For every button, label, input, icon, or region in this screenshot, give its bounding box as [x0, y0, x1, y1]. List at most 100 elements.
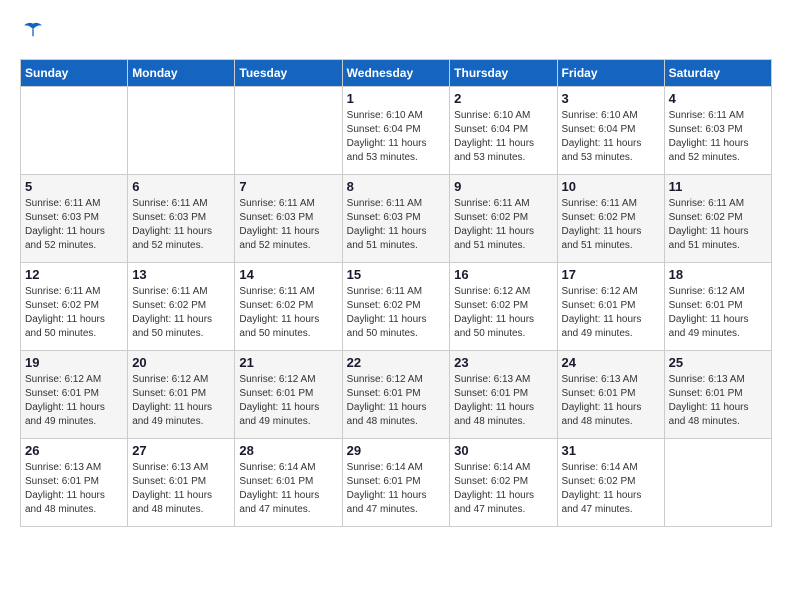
day-info: Sunrise: 6:13 AM Sunset: 6:01 PM Dayligh… [669, 373, 767, 429]
calendar-cell: 7Sunrise: 6:11 AM Sunset: 6:03 PM Daylig… [235, 175, 342, 263]
day-info: Sunrise: 6:14 AM Sunset: 6:01 PM Dayligh… [239, 461, 337, 517]
day-info: Sunrise: 6:11 AM Sunset: 6:03 PM Dayligh… [669, 109, 767, 165]
day-info: Sunrise: 6:12 AM Sunset: 6:02 PM Dayligh… [454, 285, 552, 341]
day-number: 27 [132, 443, 230, 458]
day-number: 23 [454, 355, 552, 370]
page-header [20, 20, 772, 43]
day-number: 15 [347, 267, 446, 282]
day-info: Sunrise: 6:11 AM Sunset: 6:02 PM Dayligh… [347, 285, 446, 341]
day-number: 19 [25, 355, 123, 370]
day-info: Sunrise: 6:11 AM Sunset: 6:02 PM Dayligh… [562, 197, 660, 253]
day-info: Sunrise: 6:11 AM Sunset: 6:02 PM Dayligh… [454, 197, 552, 253]
calendar-cell [21, 87, 128, 175]
day-number: 24 [562, 355, 660, 370]
day-number: 12 [25, 267, 123, 282]
day-info: Sunrise: 6:13 AM Sunset: 6:01 PM Dayligh… [562, 373, 660, 429]
calendar-cell: 1Sunrise: 6:10 AM Sunset: 6:04 PM Daylig… [342, 87, 450, 175]
day-number: 14 [239, 267, 337, 282]
day-info: Sunrise: 6:11 AM Sunset: 6:02 PM Dayligh… [25, 285, 123, 341]
calendar-header-friday: Friday [557, 60, 664, 87]
calendar-cell: 11 Sunrise: 6:11 AM Sunset: 6:02 PM Dayli… [664, 175, 771, 263]
calendar-header-tuesday: Tuesday [235, 60, 342, 87]
day-number: 8 [347, 179, 446, 194]
day-info: Sunrise: 6:12 AM Sunset: 6:01 PM Dayligh… [25, 373, 123, 429]
calendar-cell: 13Sunrise: 6:11 AM Sunset: 6:02 PM Dayli… [128, 263, 235, 351]
calendar-header-monday: Monday [128, 60, 235, 87]
week-row-5: 26 Sunrise: 6:13 AM Sunset: 6:01 PM Dayli… [21, 439, 772, 527]
day-info: Sunrise: 6:10 AM Sunset: 6:04 PM Dayligh… [347, 109, 446, 165]
day-info: Sunrise: 6:14 AM Sunset: 6:02 PM Dayligh… [562, 461, 660, 517]
day-number: 3 [562, 91, 660, 106]
logo [20, 20, 44, 43]
calendar-cell [128, 87, 235, 175]
day-info: Sunrise: 6:10 AM Sunset: 6:04 PM Dayligh… [454, 109, 552, 165]
calendar-header-wednesday: Wednesday [342, 60, 450, 87]
day-number: 17 [562, 267, 660, 282]
day-number: 4 [669, 91, 767, 106]
day-number: 9 [454, 179, 552, 194]
calendar-cell: 30 Sunrise: 6:14 AM Sunset: 6:02 PM Dayli… [450, 439, 557, 527]
calendar-cell: 21Sunrise: 6:12 AM Sunset: 6:01 PM Dayli… [235, 351, 342, 439]
calendar-cell: 29 Sunrise: 6:14 AM Sunset: 6:01 PM Dayli… [342, 439, 450, 527]
calendar-cell: 10 Sunrise: 6:11 AM Sunset: 6:02 PM Dayli… [557, 175, 664, 263]
calendar-cell: 14Sunrise: 6:11 AM Sunset: 6:02 PM Dayli… [235, 263, 342, 351]
day-info: Sunrise: 6:11 AM Sunset: 6:03 PM Dayligh… [132, 197, 230, 253]
calendar-cell: 4 Sunrise: 6:11 AM Sunset: 6:03 PM Daylig… [664, 87, 771, 175]
calendar-cell: 16Sunrise: 6:12 AM Sunset: 6:02 PM Dayli… [450, 263, 557, 351]
day-info: Sunrise: 6:14 AM Sunset: 6:02 PM Dayligh… [454, 461, 552, 517]
day-number: 29 [347, 443, 446, 458]
day-info: Sunrise: 6:12 AM Sunset: 6:01 PM Dayligh… [562, 285, 660, 341]
week-row-4: 19 Sunrise: 6:12 AM Sunset: 6:01 PM Dayli… [21, 351, 772, 439]
calendar-cell: 12 Sunrise: 6:11 AM Sunset: 6:02 PM Dayli… [21, 263, 128, 351]
calendar-cell: 8 Sunrise: 6:11 AM Sunset: 6:03 PM Daylig… [342, 175, 450, 263]
day-info: Sunrise: 6:14 AM Sunset: 6:01 PM Dayligh… [347, 461, 446, 517]
calendar-cell: 15 Sunrise: 6:11 AM Sunset: 6:02 PM Dayli… [342, 263, 450, 351]
day-info: Sunrise: 6:11 AM Sunset: 6:02 PM Dayligh… [669, 197, 767, 253]
calendar-cell: 6 Sunrise: 6:11 AM Sunset: 6:03 PM Daylig… [128, 175, 235, 263]
calendar-header-saturday: Saturday [664, 60, 771, 87]
day-info: Sunrise: 6:11 AM Sunset: 6:03 PM Dayligh… [347, 197, 446, 253]
day-info: Sunrise: 6:11 AM Sunset: 6:03 PM Dayligh… [239, 197, 337, 253]
calendar-cell: 27 Sunrise: 6:13 AM Sunset: 6:01 PM Dayli… [128, 439, 235, 527]
week-row-2: 5 Sunrise: 6:11 AM Sunset: 6:03 PM Daylig… [21, 175, 772, 263]
day-info: Sunrise: 6:12 AM Sunset: 6:01 PM Dayligh… [239, 373, 337, 429]
day-info: Sunrise: 6:13 AM Sunset: 6:01 PM Dayligh… [132, 461, 230, 517]
week-row-1: 1Sunrise: 6:10 AM Sunset: 6:04 PM Daylig… [21, 87, 772, 175]
calendar-cell [664, 439, 771, 527]
day-info: Sunrise: 6:12 AM Sunset: 6:01 PM Dayligh… [347, 373, 446, 429]
day-info: Sunrise: 6:10 AM Sunset: 6:04 PM Dayligh… [562, 109, 660, 165]
week-row-3: 12 Sunrise: 6:11 AM Sunset: 6:02 PM Dayli… [21, 263, 772, 351]
day-number: 18 [669, 267, 767, 282]
day-info: Sunrise: 6:12 AM Sunset: 6:01 PM Dayligh… [669, 285, 767, 341]
day-number: 31 [562, 443, 660, 458]
calendar-cell: 2 Sunrise: 6:10 AM Sunset: 6:04 PM Daylig… [450, 87, 557, 175]
calendar-cell: 22 Sunrise: 6:12 AM Sunset: 6:01 PM Dayli… [342, 351, 450, 439]
day-number: 5 [25, 179, 123, 194]
day-number: 22 [347, 355, 446, 370]
calendar-cell [235, 87, 342, 175]
day-number: 30 [454, 443, 552, 458]
day-number: 2 [454, 91, 552, 106]
calendar-table: SundayMondayTuesdayWednesdayThursdayFrid… [20, 59, 772, 527]
day-number: 13 [132, 267, 230, 282]
day-number: 25 [669, 355, 767, 370]
calendar-cell: 9 Sunrise: 6:11 AM Sunset: 6:02 PM Daylig… [450, 175, 557, 263]
calendar-cell: 24 Sunrise: 6:13 AM Sunset: 6:01 PM Dayli… [557, 351, 664, 439]
day-number: 10 [562, 179, 660, 194]
logo-bird-icon [22, 22, 44, 38]
calendar-header-row: SundayMondayTuesdayWednesdayThursdayFrid… [21, 60, 772, 87]
calendar-cell: 19 Sunrise: 6:12 AM Sunset: 6:01 PM Dayli… [21, 351, 128, 439]
day-info: Sunrise: 6:13 AM Sunset: 6:01 PM Dayligh… [25, 461, 123, 517]
calendar-cell: 3 Sunrise: 6:10 AM Sunset: 6:04 PM Daylig… [557, 87, 664, 175]
day-number: 20 [132, 355, 230, 370]
day-number: 28 [239, 443, 337, 458]
calendar-cell: 31 Sunrise: 6:14 AM Sunset: 6:02 PM Dayli… [557, 439, 664, 527]
calendar-cell: 20Sunrise: 6:12 AM Sunset: 6:01 PM Dayli… [128, 351, 235, 439]
calendar-cell: 28 Sunrise: 6:14 AM Sunset: 6:01 PM Dayli… [235, 439, 342, 527]
day-info: Sunrise: 6:11 AM Sunset: 6:03 PM Dayligh… [25, 197, 123, 253]
calendar-cell: 18 Sunrise: 6:12 AM Sunset: 6:01 PM Dayli… [664, 263, 771, 351]
day-number: 26 [25, 443, 123, 458]
day-number: 11 [669, 179, 767, 194]
day-number: 6 [132, 179, 230, 194]
calendar-header-thursday: Thursday [450, 60, 557, 87]
